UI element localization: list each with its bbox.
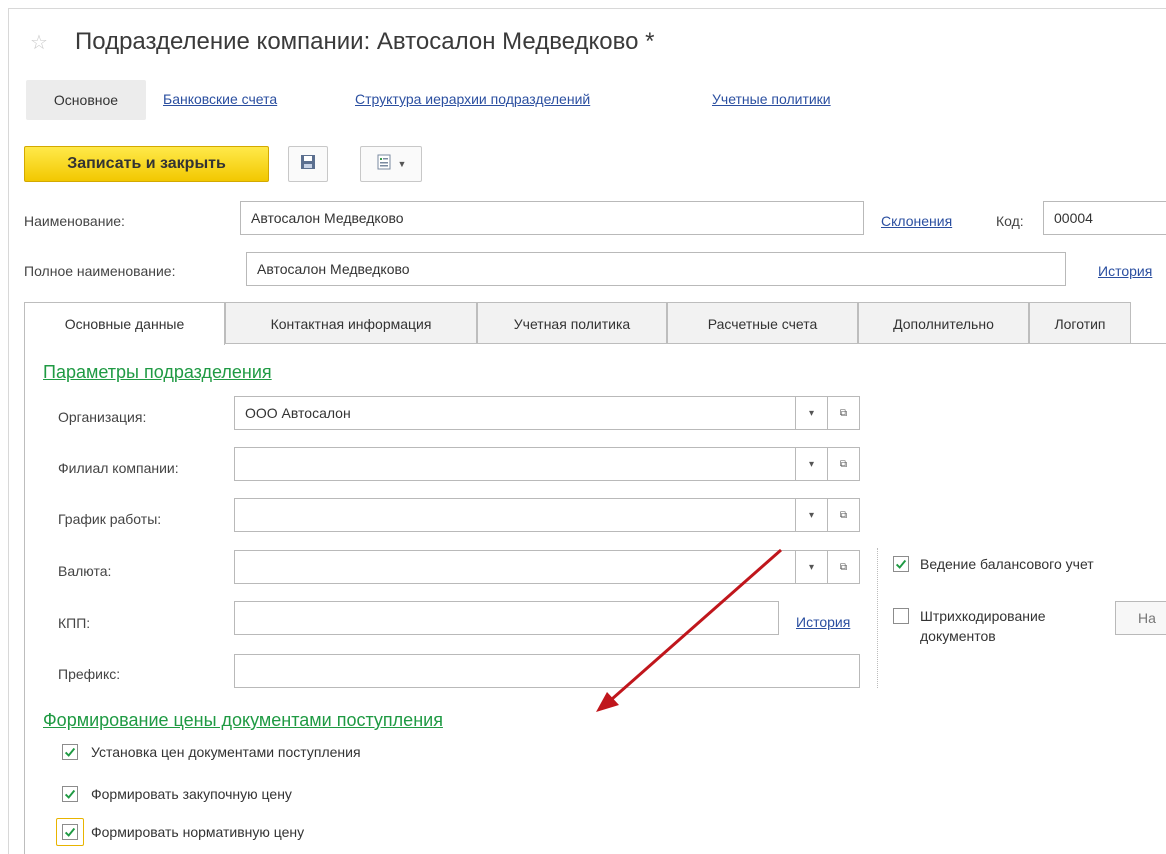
purchase-price-checkbox[interactable]	[62, 786, 78, 802]
checkmark-icon	[64, 747, 76, 757]
purchase-price-label: Формировать закупочную цену	[91, 786, 292, 802]
set-prices-checkbox[interactable]	[62, 744, 78, 760]
checkmark-icon	[64, 827, 76, 837]
normative-price-checkbox[interactable]	[62, 824, 78, 840]
checkmark-icon	[64, 789, 76, 799]
tab-main-data[interactable]: Основные данные	[24, 302, 225, 345]
normative-price-label: Формировать нормативную цену	[91, 824, 305, 840]
section-price-formation[interactable]: Формирование цены документами поступлени…	[43, 710, 443, 731]
set-prices-label: Установка цен документами поступления	[91, 744, 361, 760]
